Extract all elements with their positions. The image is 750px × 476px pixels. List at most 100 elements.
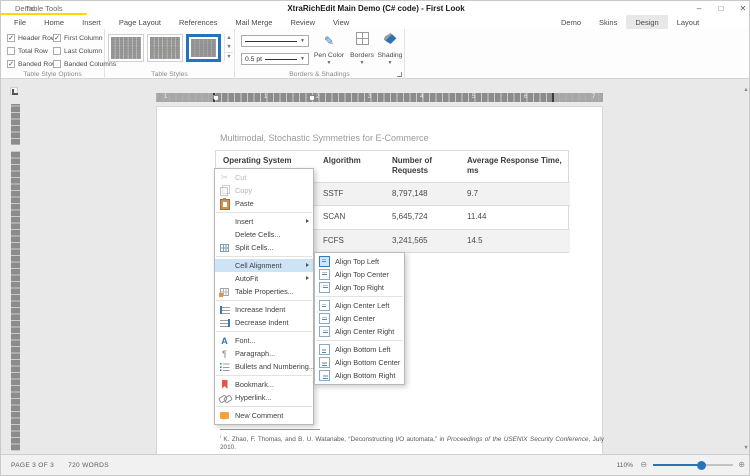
tab-review[interactable]: Review: [281, 15, 324, 29]
group-table-style-options: ✓ Header Row Total Row ✓ Banded Rows ✓ F…: [1, 29, 105, 79]
menu-item-split-cells[interactable]: Split Cells...: [215, 241, 313, 254]
align-bottom-left-icon: [319, 344, 330, 355]
dialog-launcher-icon[interactable]: [397, 72, 402, 77]
menu-item-cut[interactable]: ✂ Cut: [215, 171, 313, 184]
zoom-out-icon[interactable]: ⊖: [640, 460, 647, 470]
table-grid-icon: [220, 244, 229, 252]
zoom-in-icon[interactable]: ⊕: [738, 460, 745, 470]
tab-view[interactable]: View: [324, 15, 358, 29]
tab-home[interactable]: Home: [35, 15, 73, 29]
menu-item-bullets-numbering[interactable]: Bullets and Numbering...: [215, 360, 313, 373]
table-cell[interactable]: SSTF: [316, 182, 385, 205]
pen-color-button[interactable]: ✎ Pen Color ▼: [311, 32, 347, 76]
submenu-item-align-center-right[interactable]: Align Center Right: [315, 325, 404, 338]
zoom-slider[interactable]: [653, 464, 733, 466]
copy-icon: [218, 185, 231, 196]
line-weight-dropdown[interactable]: 0.5 pt ▼: [241, 53, 309, 65]
table-cell[interactable]: 14.5: [460, 229, 570, 252]
minimize-button[interactable]: –: [691, 3, 707, 14]
horizontal-ruler[interactable]: 1 1 2 3 4 5 6 7: [156, 93, 603, 102]
table-header-cell[interactable]: Number of Requests: [385, 151, 460, 182]
checkbox-header-row[interactable]: ✓ Header Row: [7, 33, 56, 43]
menu-item-table-properties[interactable]: Table Properties...: [215, 285, 313, 298]
chevron-down-icon: ▼: [348, 60, 376, 66]
tab-insert[interactable]: Insert: [73, 15, 110, 29]
tab-page-layout[interactable]: Page Layout: [110, 15, 170, 29]
table-header-cell[interactable]: Average Response Time, ms: [460, 151, 570, 182]
maximize-button[interactable]: □: [713, 3, 729, 14]
menu-item-copy[interactable]: Copy: [215, 184, 313, 197]
tab-stop-selector-icon[interactable]: [10, 87, 18, 95]
submenu-item-align-top-right[interactable]: Align Top Right: [315, 281, 404, 294]
vertical-ruler[interactable]: [11, 104, 20, 451]
scroll-up-icon[interactable]: ▲: [742, 87, 750, 93]
zoom-level[interactable]: 110%: [617, 462, 633, 469]
tab-mail-merge[interactable]: Mail Merge: [226, 15, 281, 29]
group-label-table-styles: Table Styles: [105, 71, 234, 78]
table-cell[interactable]: 3,241,565: [385, 229, 460, 252]
table-cell[interactable]: 11.44: [460, 205, 570, 228]
checkbox-total-row[interactable]: Total Row: [7, 46, 48, 56]
submenu-item-align-top-center[interactable]: Align Top Center: [315, 268, 404, 281]
tab-design[interactable]: Design: [626, 15, 667, 29]
borders-button[interactable]: Borders ▼: [348, 32, 376, 76]
font-icon: A: [221, 336, 228, 346]
table-cell[interactable]: 9.7: [460, 182, 570, 205]
page-indicator[interactable]: PAGE 3 OF 3: [11, 462, 54, 469]
menu-item-hyperlink[interactable]: Hyperlink...: [215, 391, 313, 404]
line-style-dropdown[interactable]: ▼: [241, 35, 309, 47]
checkbox-last-column[interactable]: Last Column: [53, 46, 102, 56]
submenu-item-align-center-left[interactable]: Align Center Left: [315, 299, 404, 312]
menu-item-insert[interactable]: Insert: [215, 215, 313, 228]
menu-item-paragraph[interactable]: ¶ Paragraph...: [215, 347, 313, 360]
menu-item-delete-cells[interactable]: Delete Cells...: [215, 228, 313, 241]
first-line-indent-marker[interactable]: [309, 95, 315, 101]
submenu-item-align-center[interactable]: Align Center: [315, 312, 404, 325]
gallery-expand-icon[interactable]: ▼: [224, 52, 233, 61]
paragraph-icon: ¶: [222, 349, 227, 359]
menu-item-increase-indent[interactable]: Increase Indent: [215, 303, 313, 316]
submenu-item-align-bottom-center[interactable]: Align Bottom Center: [315, 356, 404, 369]
menu-separator: [216, 256, 312, 257]
menu-separator: [216, 300, 312, 301]
menu-item-bookmark[interactable]: Bookmark...: [215, 378, 313, 391]
menu-item-font[interactable]: A Font...: [215, 334, 313, 347]
zoom-slider-thumb[interactable]: [697, 461, 706, 470]
menu-item-decrease-indent[interactable]: Decrease Indent: [215, 316, 313, 329]
scroll-down-icon[interactable]: ▼: [742, 445, 750, 451]
submenu-item-align-top-left[interactable]: Align Top Left: [315, 255, 404, 268]
align-center-icon: [319, 313, 330, 324]
tab-demo[interactable]: Demo: [552, 15, 590, 29]
window-title: XtraRichEdit Main Demo (C# code) - First…: [1, 4, 750, 13]
gallery-scroll-up-icon[interactable]: ▲: [224, 34, 233, 43]
table-cell[interactable]: 5,645,724: [385, 205, 460, 228]
checkbox-first-column[interactable]: ✓ First Column: [53, 33, 103, 43]
table-style-thumbnail-3-selected[interactable]: [186, 34, 221, 62]
table-style-thumbnail-2[interactable]: [147, 34, 183, 62]
tab-references[interactable]: References: [170, 15, 226, 29]
table-cell[interactable]: SCAN: [316, 205, 385, 228]
table-header-cell[interactable]: Algorithm: [316, 151, 385, 182]
shading-button[interactable]: Shading ▼: [375, 32, 405, 76]
menu-item-cell-alignment[interactable]: Cell Alignment: [215, 259, 313, 272]
align-center-right-icon: [319, 326, 330, 337]
word-count[interactable]: 720 WORDS: [68, 462, 109, 469]
vertical-scrollbar[interactable]: ▲ ▼: [740, 79, 750, 456]
clipboard-icon: [218, 198, 231, 209]
close-button[interactable]: ✕: [735, 3, 750, 14]
gallery-scroll-down-icon[interactable]: ▼: [224, 43, 233, 52]
bulleted-list-icon: [220, 363, 230, 371]
menu-item-new-comment[interactable]: New Comment: [215, 409, 313, 422]
tab-file[interactable]: File: [5, 15, 35, 29]
menu-item-paste[interactable]: Paste: [215, 197, 313, 210]
line-weight-value: 0.5 pt: [245, 56, 262, 63]
table-cell[interactable]: 8,797,148: [385, 182, 460, 205]
table-style-thumbnail-1[interactable]: [108, 34, 144, 62]
tab-skins[interactable]: Skins: [590, 15, 626, 29]
submenu-item-align-bottom-left[interactable]: Align Bottom Left: [315, 343, 404, 356]
tab-layout[interactable]: Layout: [668, 15, 709, 29]
table-cell[interactable]: FCFS: [316, 229, 385, 252]
align-bottom-right-icon: [319, 370, 330, 381]
menu-item-autofit[interactable]: AutoFit: [215, 272, 313, 285]
submenu-item-align-bottom-right[interactable]: Align Bottom Right: [315, 369, 404, 382]
